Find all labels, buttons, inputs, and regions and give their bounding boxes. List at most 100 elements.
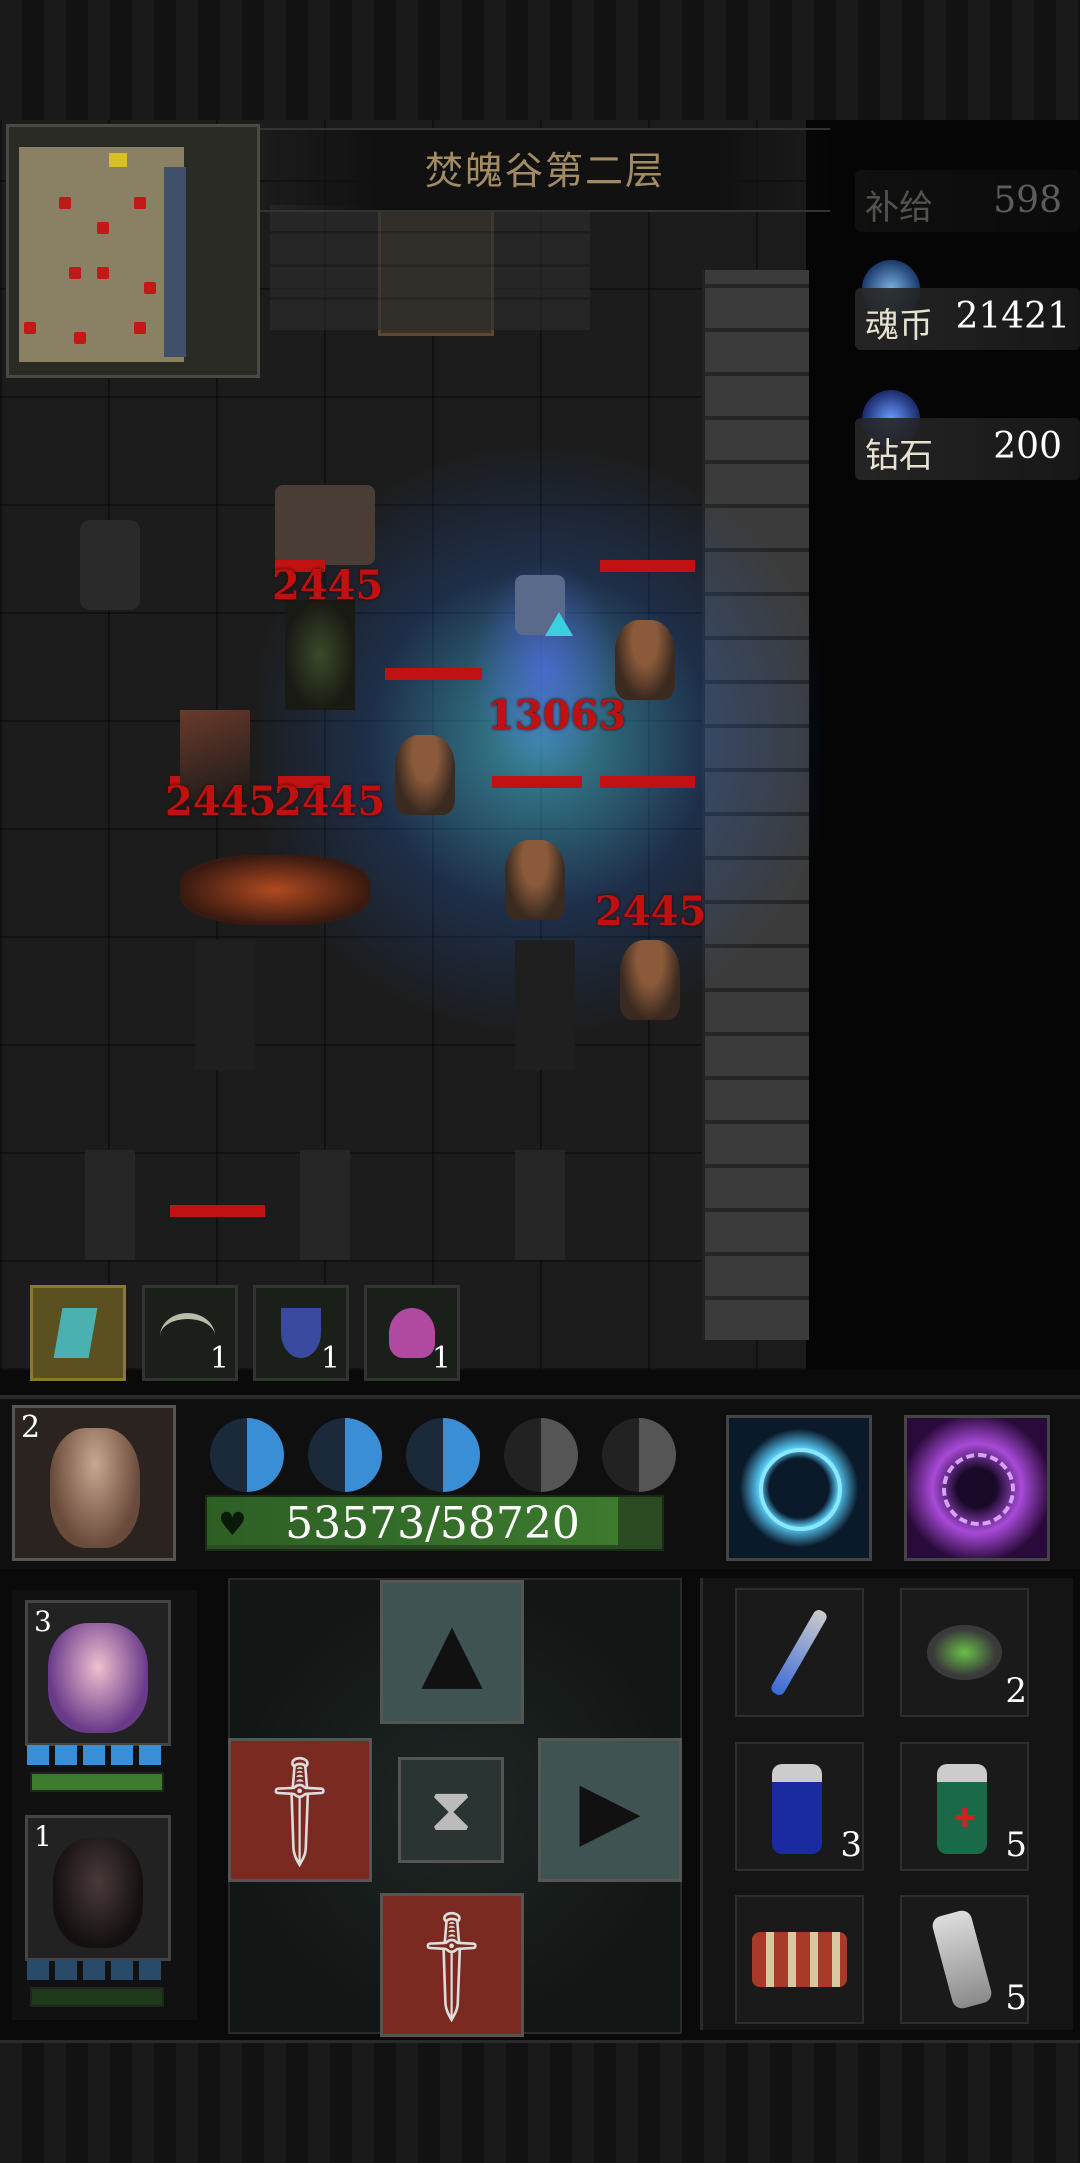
stone-pillar bbox=[515, 940, 575, 1070]
party-member-1[interactable]: 3 bbox=[25, 1600, 171, 1746]
arrow-up-icon: ▲ bbox=[421, 1605, 483, 1698]
plant-creature[interactable] bbox=[285, 600, 355, 710]
energy-orb-full bbox=[210, 1418, 284, 1492]
dagger-icon: 🗡 bbox=[382, 1895, 521, 2034]
attack-left-button[interactable]: 🗡 bbox=[228, 1738, 372, 1882]
spell-lightning-ring[interactable] bbox=[726, 1415, 872, 1561]
minimap-enemy-marker bbox=[59, 197, 71, 209]
item-slot[interactable]: 3 bbox=[735, 1742, 864, 1871]
shield-icon bbox=[281, 1308, 321, 1358]
bottom-ornament-band bbox=[0, 2040, 1080, 2163]
supply-counter: 补给 598 bbox=[855, 170, 1080, 232]
dagger-icon: 🗡 bbox=[230, 1740, 369, 1879]
minimap[interactable] bbox=[6, 124, 260, 378]
rock-pile[interactable] bbox=[275, 485, 375, 565]
blue-bottle-icon bbox=[772, 1764, 822, 1854]
vortex-icon bbox=[942, 1453, 1015, 1526]
diamond-value: 200 bbox=[993, 426, 1062, 467]
skill-count: 1 bbox=[431, 1341, 451, 1376]
damage-number-crit: 13063 bbox=[487, 692, 627, 739]
item-count: 3 bbox=[840, 1825, 862, 1865]
party-hp-bar bbox=[30, 1987, 164, 2007]
item-slot[interactable]: 2 bbox=[900, 1588, 1029, 1717]
enemy-hp-bar bbox=[600, 776, 695, 788]
minimap-enemy-marker bbox=[24, 322, 36, 334]
soul-coin-counter: 魂币 21421 bbox=[855, 288, 1080, 350]
diamond-label: 钻石 bbox=[865, 436, 933, 476]
level-up-arrow-icon bbox=[545, 612, 573, 636]
top-ornament-band bbox=[0, 0, 1080, 123]
party-member-2[interactable]: 1 bbox=[25, 1815, 171, 1961]
skill-slot-boots[interactable] bbox=[30, 1285, 126, 1381]
item-slot[interactable] bbox=[735, 1588, 864, 1717]
party-member-level: 3 bbox=[34, 1605, 52, 1638]
scroll-bundle-icon bbox=[752, 1932, 847, 1987]
minimap-door-marker bbox=[109, 153, 127, 167]
minimap-enemy-marker bbox=[97, 267, 109, 279]
minimap-enemy-marker bbox=[144, 282, 156, 294]
energy-orb-full bbox=[406, 1418, 480, 1492]
minimap-enemy-marker bbox=[134, 322, 146, 334]
move-up-button[interactable]: ▲ bbox=[380, 1580, 524, 1724]
enemy-hp-bar bbox=[492, 776, 582, 788]
bone-totem-icon bbox=[930, 1908, 994, 2011]
party-energy-row bbox=[27, 1960, 167, 1980]
soul-coin-value: 21421 bbox=[955, 296, 1070, 337]
blue-potion-vial-icon bbox=[769, 1607, 829, 1698]
item-slot[interactable]: ✚ 5 bbox=[900, 1742, 1029, 1871]
mushroom-enemy[interactable] bbox=[620, 940, 680, 1020]
minimap-enemy-marker bbox=[74, 332, 86, 344]
hero-level: 2 bbox=[21, 1410, 41, 1445]
damage-number: 2445 bbox=[274, 778, 386, 825]
arrow-right-icon: ▶ bbox=[579, 1763, 641, 1856]
wall-brick-section bbox=[270, 205, 590, 330]
mushroom-enemy[interactable] bbox=[615, 620, 675, 700]
diamond-counter: 钻石 200 bbox=[855, 418, 1080, 480]
party-member-level: 1 bbox=[34, 1820, 52, 1853]
item-slot[interactable]: 5 bbox=[900, 1895, 1029, 2024]
skill-slot-skull[interactable]: 1 bbox=[364, 1285, 460, 1381]
soul-coin-label: 魂币 bbox=[865, 306, 933, 346]
minimap-enemy-marker bbox=[69, 267, 81, 279]
dark-shard bbox=[515, 1150, 565, 1260]
spell-vortex[interactable] bbox=[904, 1415, 1050, 1561]
minimap-enemy-marker bbox=[97, 222, 109, 234]
slime-cluster[interactable] bbox=[180, 855, 370, 925]
damage-number: 2445 bbox=[165, 778, 277, 825]
skill-count: 1 bbox=[209, 1341, 229, 1376]
energy-orb-full bbox=[308, 1418, 382, 1492]
demon-statue[interactable] bbox=[80, 520, 140, 610]
item-count: 2 bbox=[1005, 1671, 1027, 1711]
boots-icon bbox=[53, 1308, 98, 1358]
mushroom-enemy[interactable] bbox=[505, 840, 565, 920]
tap-girl-avatar bbox=[48, 1623, 148, 1733]
mushroom-enemy[interactable] bbox=[395, 735, 455, 815]
attack-down-button[interactable]: 🗡 bbox=[380, 1893, 524, 2037]
lightning-ring-icon bbox=[759, 1448, 842, 1531]
damage-number: 2445 bbox=[272, 562, 384, 609]
dark-shard bbox=[85, 1150, 135, 1260]
wait-button[interactable]: ⧗ bbox=[398, 1757, 504, 1863]
energy-orb-empty bbox=[602, 1418, 676, 1492]
enemy-hp-bar bbox=[170, 1205, 265, 1217]
skill-slot-shield[interactable]: 1 bbox=[253, 1285, 349, 1381]
item-slot[interactable] bbox=[735, 1895, 864, 2024]
skill-slot-crossbow[interactable]: 1 bbox=[142, 1285, 238, 1381]
crossbow-icon bbox=[160, 1313, 215, 1359]
old-man-avatar bbox=[50, 1428, 140, 1548]
move-right-button[interactable]: ▶ bbox=[538, 1738, 682, 1882]
enemy-hp-bar bbox=[600, 560, 695, 572]
minimap-enemy-marker bbox=[134, 197, 146, 209]
minimap-wall bbox=[164, 167, 186, 357]
supply-label: 补给 bbox=[865, 188, 933, 228]
hp-text: 53573/58720 bbox=[285, 1498, 580, 1549]
dark-boy-avatar bbox=[53, 1838, 143, 1948]
supply-value: 598 bbox=[993, 180, 1062, 221]
dark-shard bbox=[300, 1150, 350, 1260]
stone-pillar bbox=[195, 940, 255, 1070]
hero-portrait[interactable]: 2 bbox=[12, 1405, 176, 1561]
item-count: 5 bbox=[1005, 1825, 1027, 1865]
energy-orb-empty bbox=[504, 1418, 578, 1492]
red-cross-mark: ✚ bbox=[954, 1804, 976, 1834]
damage-number: 2445 bbox=[595, 888, 707, 935]
